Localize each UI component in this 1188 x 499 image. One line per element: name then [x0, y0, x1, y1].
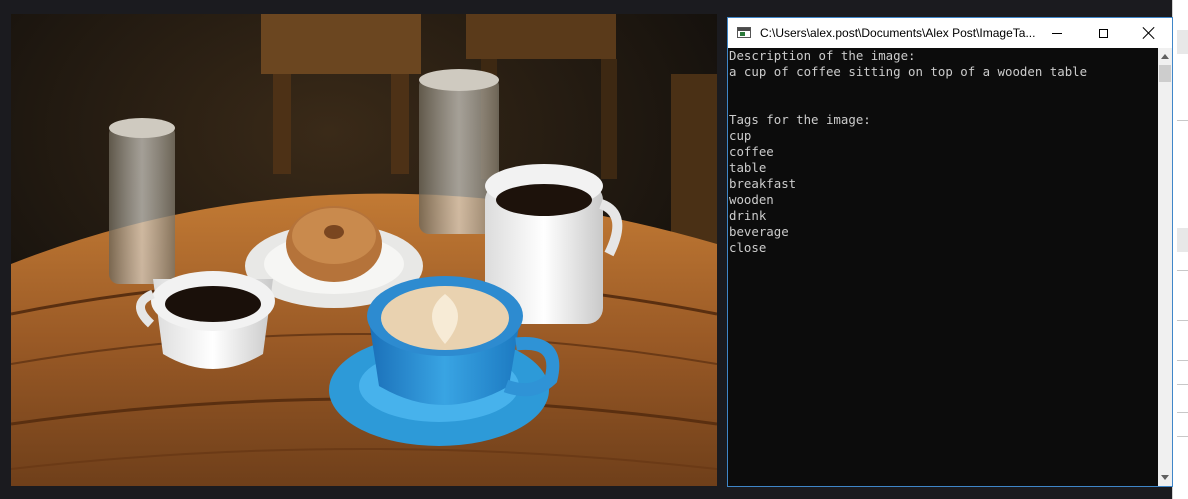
chevron-up-icon — [1161, 54, 1169, 59]
maximize-button[interactable] — [1080, 18, 1126, 48]
minimize-button[interactable] — [1034, 18, 1080, 48]
console-line: coffee — [729, 144, 774, 159]
console-line: Description of the image: — [729, 48, 916, 63]
console-line: close — [729, 240, 767, 255]
minimize-icon — [1052, 32, 1062, 34]
coffee-table-photo — [11, 14, 717, 486]
console-app-icon — [737, 27, 751, 38]
close-icon — [1143, 27, 1155, 39]
scroll-down-button[interactable] — [1158, 469, 1172, 486]
console-output[interactable]: Description of the image: a cup of coffe… — [728, 48, 1158, 486]
console-line: cup — [729, 128, 752, 143]
maximize-icon — [1098, 28, 1108, 38]
console-line: wooden — [729, 192, 774, 207]
console-line: a cup of coffee sitting on top of a wood… — [729, 64, 1088, 79]
close-button[interactable] — [1126, 18, 1172, 48]
scroll-thumb[interactable] — [1159, 65, 1171, 82]
window-title: C:\Users\alex.post\Documents\Alex Post\I… — [760, 26, 1036, 40]
console-line: drink — [729, 208, 767, 223]
console-line: breakfast — [729, 176, 797, 191]
console-line: Tags for the image: — [729, 112, 871, 127]
chevron-down-icon — [1161, 475, 1169, 480]
console-titlebar[interactable]: C:\Users\alex.post\Documents\Alex Post\I… — [728, 18, 1172, 48]
background-window-edge — [1172, 0, 1188, 499]
console-line: table — [729, 160, 767, 175]
scroll-up-button[interactable] — [1158, 48, 1172, 65]
console-window[interactable]: C:\Users\alex.post\Documents\Alex Post\I… — [727, 17, 1173, 487]
vertical-scrollbar[interactable] — [1158, 48, 1172, 486]
console-line: beverage — [729, 224, 789, 239]
